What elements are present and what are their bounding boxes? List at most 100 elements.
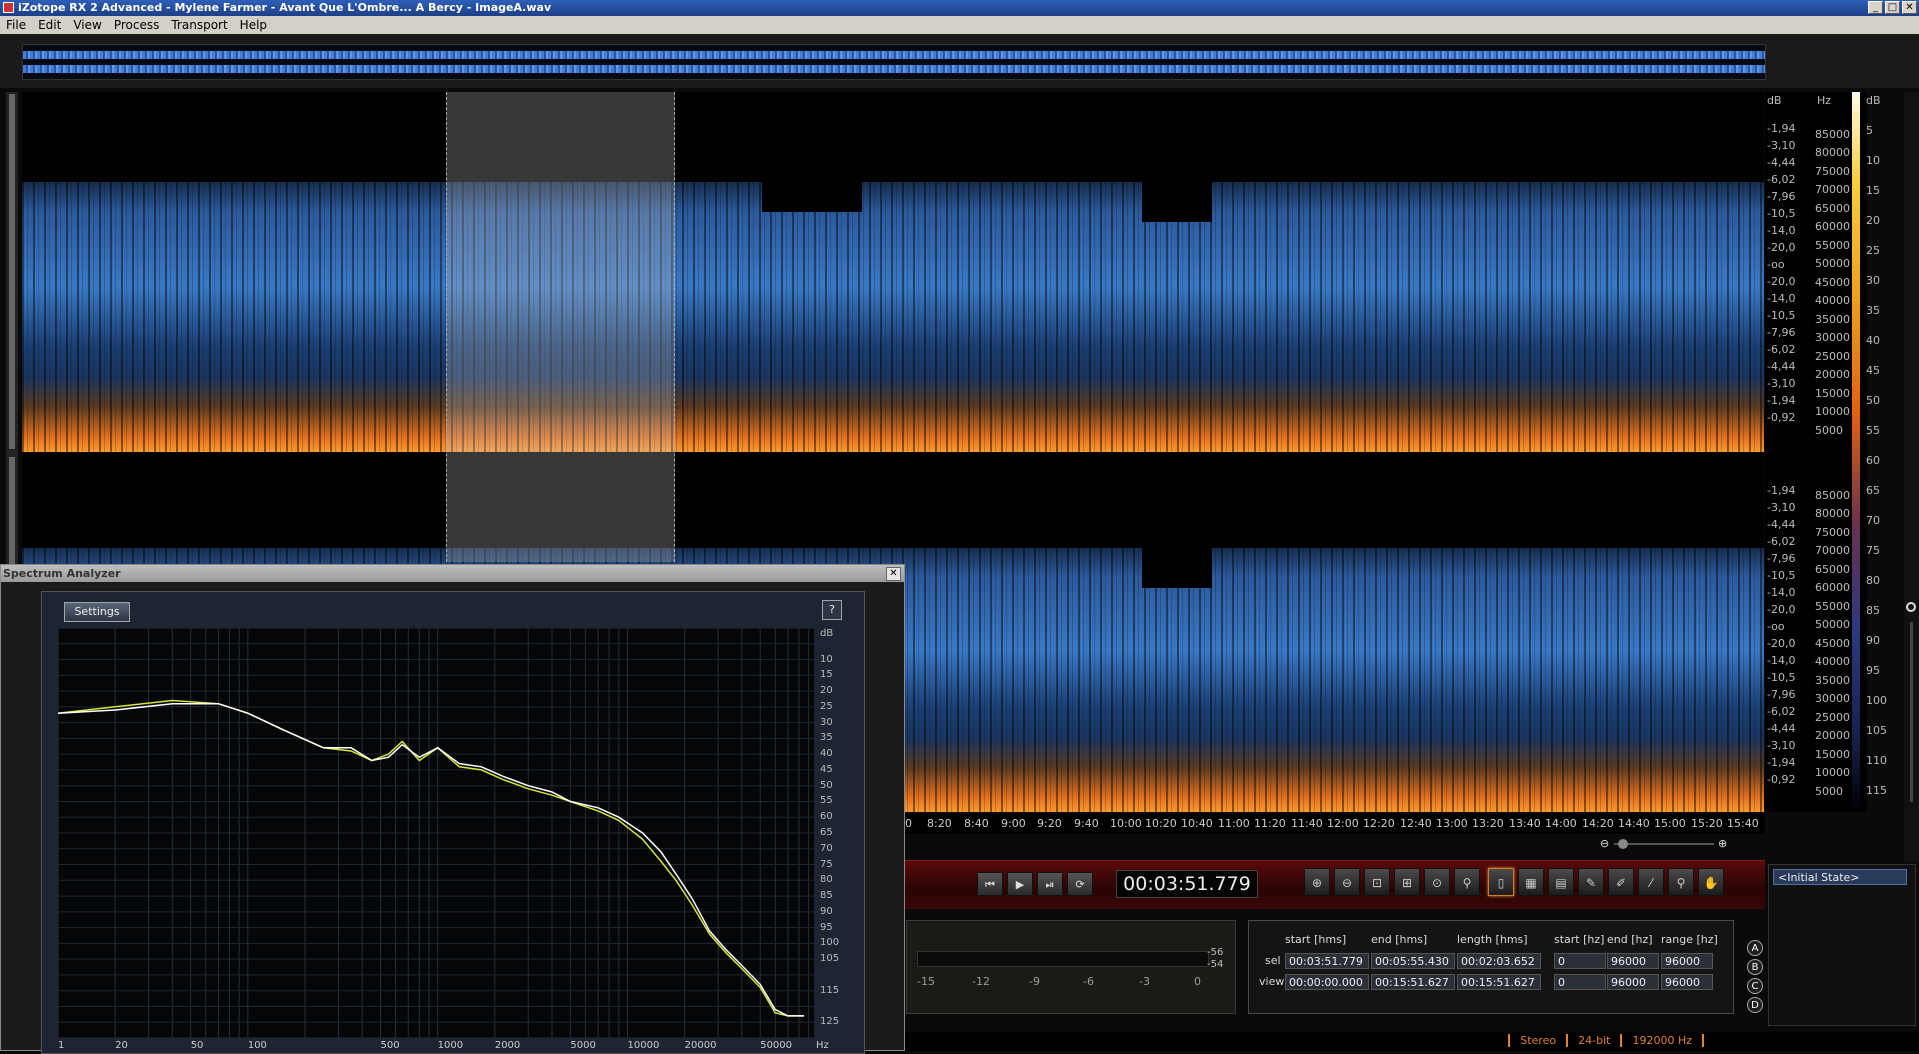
spectrum-db-tick: 80 xyxy=(820,874,833,886)
spectrum-chart xyxy=(57,627,814,1039)
sel-end-field[interactable]: 00:05:55.430 xyxy=(1371,953,1455,969)
menu-view[interactable]: View xyxy=(67,16,107,34)
zoom-in-icon[interactable]: ⊕ xyxy=(1304,868,1330,896)
menu-help[interactable]: Help xyxy=(234,16,273,34)
maximize-button[interactable]: □ xyxy=(1885,1,1900,14)
color-tick: 85 xyxy=(1866,604,1880,617)
zoom-freq-icon[interactable]: ⚲ xyxy=(1454,868,1480,896)
view-length-field[interactable]: 00:15:51.627 xyxy=(1457,974,1541,990)
db-tick: -1,94 xyxy=(1767,756,1796,769)
time-selection[interactable] xyxy=(446,92,675,562)
sel-start-field[interactable]: 00:03:51.779 xyxy=(1285,953,1369,969)
menu-process[interactable]: Process xyxy=(108,16,166,34)
compare-b-button[interactable]: B xyxy=(1747,959,1763,975)
settings-button[interactable]: Settings xyxy=(64,602,130,622)
compare-d-button[interactable]: D xyxy=(1747,997,1763,1013)
hz-tick: 30000 xyxy=(1815,692,1850,705)
compare-buttons: A B C D xyxy=(1747,940,1765,1016)
time-tick: 10:40 xyxy=(1181,817,1213,830)
hz-tick: 65000 xyxy=(1815,563,1850,576)
db-tick: -4,44 xyxy=(1767,518,1796,531)
menu-file[interactable]: File xyxy=(0,16,32,34)
spectrum-db-tick: 45 xyxy=(820,763,833,775)
db-scale-header: dB xyxy=(1767,94,1782,107)
lasso-tool-icon[interactable]: ✎ xyxy=(1578,868,1604,896)
sel-range-hz-field[interactable]: 96000 xyxy=(1661,953,1713,969)
spectrum-db-tick: 95 xyxy=(820,921,833,933)
view-end-field[interactable]: 00:15:51.627 xyxy=(1371,974,1455,990)
go-to-start-button[interactable]: ⏮ xyxy=(977,872,1003,896)
close-button[interactable]: ✕ xyxy=(1902,1,1917,14)
history-item[interactable]: <Initial State> xyxy=(1773,869,1907,885)
menu-edit[interactable]: Edit xyxy=(32,16,67,34)
zoom-thumb[interactable] xyxy=(1618,839,1628,849)
zoom-out-icon[interactable]: ⊖ xyxy=(1334,868,1360,896)
compare-a-button[interactable]: A xyxy=(1747,940,1763,956)
hz-tick: 45000 xyxy=(1815,637,1850,650)
view-start-hz-field[interactable]: 0 xyxy=(1554,974,1606,990)
overview-waveform[interactable] xyxy=(22,44,1766,80)
color-tick: 20 xyxy=(1866,214,1880,227)
rect-selection-tool-icon[interactable]: ▦ xyxy=(1518,868,1544,896)
zoom-selection-icon[interactable]: ⊡ xyxy=(1364,868,1390,896)
spectrum-db-tick: 65 xyxy=(820,827,833,838)
sel-length-field[interactable]: 00:02:03.652 xyxy=(1457,953,1541,969)
menu-transport[interactable]: Transport xyxy=(165,16,233,34)
time-tick: 8:20 xyxy=(927,817,952,830)
sel-end-hz-field[interactable]: 96000 xyxy=(1607,953,1659,969)
magnifier-tool-icon[interactable]: ⚲ xyxy=(1668,868,1694,896)
play-button[interactable]: ▶ xyxy=(1007,872,1033,896)
minimize-button[interactable]: _ xyxy=(1868,1,1883,14)
vertical-zoom-strip[interactable] xyxy=(1904,92,1919,862)
brush-tool-icon[interactable]: ✐ xyxy=(1608,868,1634,896)
zoom-track[interactable] xyxy=(1614,843,1714,845)
zoom-out-icon[interactable]: ⊖ xyxy=(1600,837,1609,850)
hz-tick: 80000 xyxy=(1815,507,1850,520)
zoom-in-icon[interactable]: ⊕ xyxy=(1718,837,1727,850)
sel-start-hz-field[interactable]: 0 xyxy=(1554,953,1606,969)
compare-c-button[interactable]: C xyxy=(1747,978,1763,994)
freq-selection-tool-icon[interactable]: ▤ xyxy=(1548,868,1574,896)
play-selection-button[interactable]: ⏯ xyxy=(1037,872,1063,896)
hz-tick: 70000 xyxy=(1815,544,1850,557)
help-button[interactable]: ? xyxy=(822,600,842,620)
time-selection-tool-icon[interactable]: ▯ xyxy=(1488,868,1514,896)
color-tick: 90 xyxy=(1866,634,1880,647)
view-range-hz-field[interactable]: 96000 xyxy=(1661,974,1713,990)
view-start-field[interactable]: 00:00:00.000 xyxy=(1285,974,1369,990)
spectrum-analyzer-window[interactable]: Spectrum Analyzer ✕ Settings ? dB 10 15 20 2… xyxy=(0,564,905,1054)
spectrum-analyzer-title[interactable]: Spectrum Analyzer xyxy=(1,565,904,582)
hz-tick: 20000 xyxy=(1815,729,1850,742)
color-tick: 10 xyxy=(1866,154,1880,167)
db-tick: -0,92 xyxy=(1767,773,1796,786)
db-tick: -14,0 xyxy=(1767,224,1796,237)
view-end-hz-field[interactable]: 96000 xyxy=(1607,974,1659,990)
meter-scale: -15 -12 -9 -6 -3 0 xyxy=(917,975,1217,989)
db-tick: -14,0 xyxy=(1767,654,1796,667)
magic-wand-icon[interactable]: ⁄ xyxy=(1638,868,1664,896)
spectrum-freq-tick: 1000 xyxy=(437,1040,464,1051)
header-length-hms: length [hms] xyxy=(1457,933,1528,946)
zoom-in-icon[interactable] xyxy=(1906,602,1916,612)
horizontal-zoom-slider[interactable]: ⊖ ⊕ xyxy=(1600,837,1730,851)
time-tick: 12:20 xyxy=(1363,817,1395,830)
loop-button[interactable]: ⟳ xyxy=(1067,872,1093,896)
spectrum-freq-tick: 20000 xyxy=(684,1040,717,1051)
spectrum-db-tick: 85 xyxy=(820,890,833,902)
zoom-fit-icon[interactable]: ⊞ xyxy=(1394,868,1420,896)
left-channel-handle[interactable] xyxy=(9,94,15,449)
color-tick: 30 xyxy=(1866,274,1880,287)
close-icon[interactable]: ✕ xyxy=(886,567,901,581)
hand-tool-icon[interactable]: ✋ xyxy=(1698,868,1724,896)
db-tick: -20,0 xyxy=(1767,637,1796,650)
time-tick: 11:00 xyxy=(1218,817,1250,830)
db-tick: -3,10 xyxy=(1767,739,1796,752)
db-tick: -10,5 xyxy=(1767,569,1796,582)
color-tick: 110 xyxy=(1866,754,1887,767)
time-tick: 15:40 xyxy=(1727,817,1759,830)
zoom-time-icon[interactable]: ⊙ xyxy=(1424,868,1450,896)
color-tick: 40 xyxy=(1866,334,1880,347)
db-tick: -14,0 xyxy=(1767,586,1796,599)
color-tick: 115 xyxy=(1866,784,1887,797)
vertical-zoom-slider[interactable] xyxy=(1910,622,1913,802)
